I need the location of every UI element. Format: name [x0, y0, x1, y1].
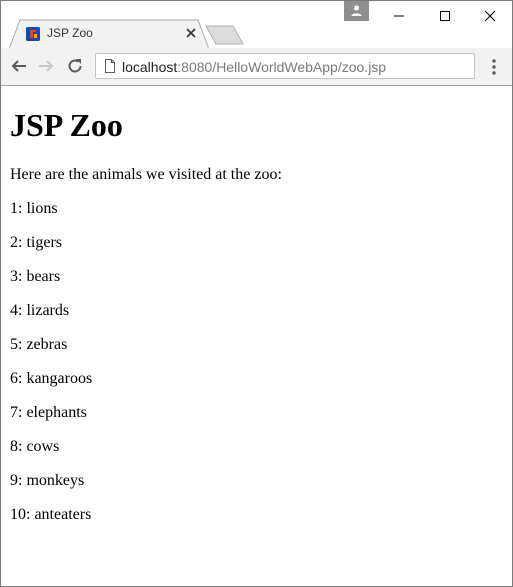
back-button[interactable] — [10, 57, 28, 75]
page-title: JSP Zoo — [10, 107, 123, 143]
list-item: 2: tigers — [10, 234, 62, 251]
url-host: localhost — [122, 59, 178, 75]
maximize-icon — [440, 11, 450, 21]
title-bar: JSP Zoo — [1, 1, 512, 49]
reload-button[interactable] — [66, 57, 84, 75]
maximize-button[interactable] — [422, 1, 468, 30]
forward-button[interactable] — [37, 57, 55, 75]
url-path: :8080/HelloWorldWebApp/zoo.jsp — [177, 59, 387, 75]
list-item: 9: monkeys — [10, 472, 85, 489]
minimize-icon — [394, 15, 404, 17]
profile-icon — [351, 5, 362, 16]
page-icon — [105, 59, 115, 73]
animal-list: 1: lions 2: tigers 3: bears 4: lizards 5: ze… — [10, 200, 505, 524]
close-window-button[interactable] — [467, 1, 512, 30]
url-text: localhost:8080/HelloWorldWebApp/zoo.jsp — [122, 59, 386, 75]
tab-jsp-zoo[interactable]: JSP Zoo — [9, 19, 209, 49]
list-item: 10: anteaters — [10, 506, 92, 523]
java-favicon-icon — [26, 27, 40, 41]
tab-title: JSP Zoo — [47, 26, 93, 40]
minimize-button[interactable] — [376, 1, 422, 30]
page-content: JSP Zoo Here are the animals we visited … — [10, 86, 505, 540]
three-dots-menu-icon — [492, 59, 496, 75]
profile-button[interactable] — [344, 1, 369, 21]
browser-menu-button[interactable] — [487, 58, 501, 76]
browser-window: JSP Zoo localhost:8080/HelloWorldWebApp/… — [0, 0, 513, 587]
list-item: 5: zebras — [10, 336, 68, 353]
new-tab-button[interactable] — [205, 25, 245, 45]
intro-text: Here are the animals we visited at the z… — [10, 166, 282, 183]
back-arrow-icon — [11, 60, 26, 72]
list-item: 6: kangaroos — [10, 370, 93, 387]
browser-toolbar: localhost:8080/HelloWorldWebApp/zoo.jsp — [1, 48, 512, 86]
tab-close-icon[interactable] — [184, 26, 198, 40]
address-bar[interactable]: localhost:8080/HelloWorldWebApp/zoo.jsp — [95, 53, 475, 79]
list-item: 3: bears — [10, 268, 61, 285]
close-icon — [484, 10, 496, 22]
forward-arrow-icon — [39, 60, 54, 72]
reload-icon — [68, 59, 82, 73]
list-item: 7: elephants — [10, 404, 87, 421]
list-item: 8: cows — [10, 438, 60, 455]
list-item: 4: lizards — [10, 302, 70, 319]
list-item: 1: lions — [10, 200, 58, 217]
